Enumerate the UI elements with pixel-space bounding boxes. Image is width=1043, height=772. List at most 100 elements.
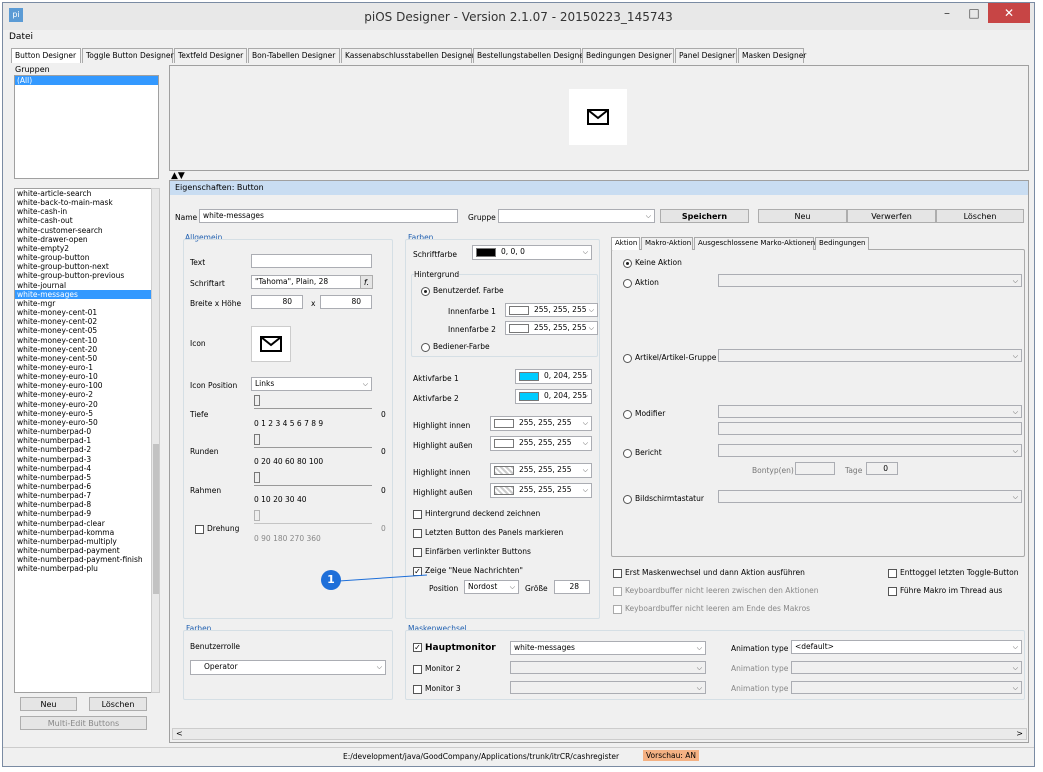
list-delete-button[interactable]: Löschen <box>89 697 147 711</box>
close-button[interactable]: ✕ <box>988 3 1030 23</box>
list-item[interactable]: white-numberpad-5 <box>15 473 151 482</box>
font-input[interactable]: "Tahoma", Plain, 28 <box>251 275 361 289</box>
aktion-tab-makro-aktion[interactable]: Makro-Aktion <box>641 237 693 250</box>
list-item[interactable]: white-money-euro-20 <box>15 400 151 409</box>
radio-artikel[interactable]: Artikel/Artikel-Gruppe <box>623 353 716 363</box>
text-input[interactable] <box>251 254 372 268</box>
list-item[interactable]: white-money-cent-01 <box>15 308 151 317</box>
cb-hauptmonitor[interactable]: ✓ Hauptmonitor <box>413 643 496 653</box>
monitor2-select[interactable]: ⌵ <box>510 661 706 674</box>
tab-bedingungen-designer[interactable]: Bedingungen Designer <box>582 48 674 63</box>
aktion-select[interactable]: ⌵ <box>718 274 1022 287</box>
height-input[interactable]: 80 <box>320 295 372 309</box>
cb-hintergrund-deckend[interactable]: Hintergrund deckend zeichnen <box>413 509 540 519</box>
list-item[interactable]: white-money-cent-05 <box>15 326 151 335</box>
cb-enttoggel[interactable]: Enttoggel letzten Toggle-Button <box>888 568 1019 578</box>
menu-datei[interactable]: Datei <box>9 32 33 42</box>
bericht-select[interactable]: ⌵ <box>718 444 1022 457</box>
list-item[interactable]: white-cash-out <box>15 216 151 225</box>
icon-picker[interactable] <box>251 326 291 362</box>
rahmen-slider[interactable] <box>254 472 372 486</box>
list-item[interactable]: white-money-euro-50 <box>15 418 151 427</box>
schriftfarbe-select[interactable]: 0, 0, 0 ⌵ <box>472 245 592 260</box>
animation-select-2[interactable]: ⌵ <box>791 661 1022 674</box>
cb-makro-thread[interactable]: Führe Makro im Thread aus <box>888 586 1002 596</box>
list-item[interactable]: white-numberpad-clear <box>15 519 151 528</box>
cb-neue-nachrichten[interactable]: ✓ Zeige "Neue Nachrichten" <box>413 566 523 576</box>
minimize-button[interactable]: – <box>934 3 960 23</box>
list-item[interactable]: white-money-cent-50 <box>15 354 151 363</box>
bildschirm-select[interactable]: ⌵ <box>718 490 1022 503</box>
radio-bildschirmtastatur[interactable]: Bildschirmtastatur <box>623 494 704 504</box>
discard-button[interactable]: Verwerfen <box>847 209 936 223</box>
groups-list[interactable]: (All) <box>14 75 159 179</box>
list-item[interactable]: white-cash-in <box>15 207 151 216</box>
innenfarbe2-select[interactable]: 255, 255, 255 ⌵ <box>505 321 598 335</box>
list-item[interactable]: white-numberpad-6 <box>15 482 151 491</box>
cb-einfaerben[interactable]: Einfärben verlinkter Buttons <box>413 547 531 557</box>
animation-select-3[interactable]: ⌵ <box>791 681 1022 694</box>
save-button[interactable]: Speichern <box>660 209 749 223</box>
aktion-tab-aktion[interactable]: Aktion <box>611 237 640 250</box>
group-select[interactable]: ⌵ <box>498 209 655 223</box>
preview-button[interactable] <box>569 89 627 145</box>
radio-bericht[interactable]: Bericht <box>623 448 662 458</box>
position-select[interactable]: Nordost ⌵ <box>464 580 519 594</box>
tage-input[interactable]: 0 <box>866 462 898 475</box>
list-item[interactable]: white-journal <box>15 281 151 290</box>
tab-panel-designer[interactable]: Panel Designer <box>675 48 737 63</box>
bontyp-input[interactable] <box>795 462 835 475</box>
list-item[interactable]: white-money-cent-20 <box>15 345 151 354</box>
group-item-all[interactable]: (All) <box>15 76 158 86</box>
highlight-innen-select[interactable]: 255, 255, 255 ⌵ <box>490 416 592 431</box>
cb-keyboardbuffer-2[interactable]: Keyboardbuffer nicht leeren am Ende des … <box>613 604 810 614</box>
list-scrollbar[interactable] <box>151 188 160 693</box>
aktion-tab-bedingungen[interactable]: Bedingungen <box>815 237 869 250</box>
tiefe-slider[interactable] <box>254 395 372 409</box>
preview-badge[interactable]: Vorschau: AN <box>643 750 700 761</box>
list-item[interactable]: white-drawer-open <box>15 235 151 244</box>
modifier-select-2[interactable] <box>718 422 1022 435</box>
list-new-button[interactable]: Neu <box>20 697 77 711</box>
icon-position-select[interactable]: Links ⌵ <box>251 377 372 391</box>
list-item[interactable]: white-customer-search <box>15 226 151 235</box>
list-item[interactable]: white-article-search <box>15 189 151 198</box>
drehung-slider[interactable] <box>254 510 372 524</box>
runden-slider[interactable] <box>254 434 372 448</box>
tab-bon-tabellen-designer[interactable]: Bon-Tabellen Designer <box>248 48 340 63</box>
list-item[interactable]: white-group-button <box>15 253 151 262</box>
delete-button[interactable]: Löschen <box>936 209 1024 223</box>
list-item[interactable]: white-money-euro-10 <box>15 372 151 381</box>
monitor3-select[interactable]: ⌵ <box>510 681 706 694</box>
list-item[interactable]: white-numberpad-8 <box>15 500 151 509</box>
tab-button-designer[interactable]: Button Designer <box>11 48 81 63</box>
list-item[interactable]: white-numberpad-1 <box>15 436 151 445</box>
benutzerrolle-select[interactable]: Operator ⌵ <box>190 660 386 675</box>
list-item[interactable]: white-money-euro-2 <box>15 390 151 399</box>
list-item[interactable]: white-mgr <box>15 299 151 308</box>
tab-kassenabschlusstabellen-designer[interactable]: Kassenabschlusstabellen Designer <box>341 48 475 63</box>
modifier-select[interactable]: ⌵ <box>718 405 1022 418</box>
innenfarbe1-select[interactable]: 255, 255, 255 ⌵ <box>505 303 598 317</box>
list-item[interactable]: white-messages <box>15 289 151 299</box>
list-item[interactable]: white-money-euro-5 <box>15 409 151 418</box>
aktivfarbe1-select[interactable]: 0, 204, 255 ⌵ <box>515 369 592 384</box>
artikel-select[interactable]: ⌵ <box>718 349 1022 362</box>
list-item[interactable]: white-numberpad-7 <box>15 491 151 500</box>
highlight-aussen-select[interactable]: 255, 255, 255 ⌵ <box>490 436 592 451</box>
radio-aktion[interactable]: Aktion <box>623 278 659 288</box>
highlight-innen2-select[interactable]: 255, 255, 255 ⌵ <box>490 463 592 478</box>
list-item[interactable]: white-back-to-main-mask <box>15 198 151 207</box>
cb-monitor3[interactable]: Monitor 3 <box>413 684 461 694</box>
list-item[interactable]: white-group-button-next <box>15 262 151 271</box>
multi-edit-button[interactable]: Multi-Edit Buttons <box>20 716 147 730</box>
list-item[interactable]: white-numberpad-plu <box>15 564 151 573</box>
maximize-button[interactable]: □ <box>961 3 987 23</box>
cb-monitor2[interactable]: Monitor 2 <box>413 664 461 674</box>
list-item[interactable]: white-numberpad-2 <box>15 445 151 454</box>
radio-modifier[interactable]: Modifier <box>623 409 665 419</box>
list-item[interactable]: white-numberpad-4 <box>15 464 151 473</box>
new-button[interactable]: Neu <box>758 209 847 223</box>
list-item[interactable]: white-empty2 <box>15 244 151 253</box>
tab-textfeld-designer[interactable]: Textfeld Designer <box>174 48 247 63</box>
